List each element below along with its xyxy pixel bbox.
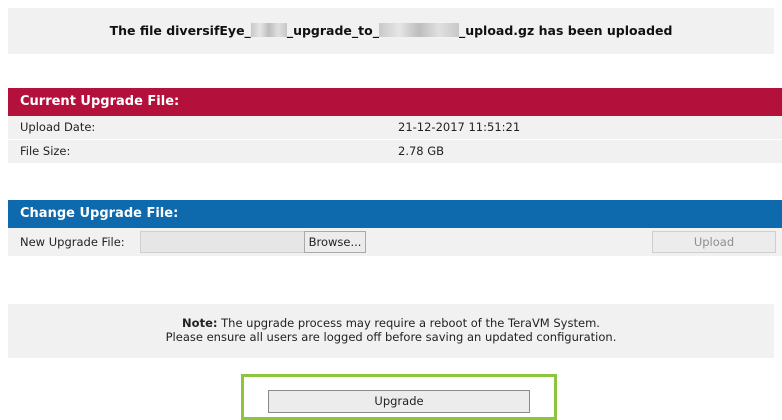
current-upgrade-panel: Current Upgrade File: Upload Date: 21-12… — [8, 88, 782, 164]
upload-date-row: Upload Date: 21-12-2017 11:51:21 — [8, 116, 782, 140]
note-line-2: Please ensure all users are logged off b… — [165, 330, 617, 344]
upload-date-value: 21-12-2017 11:51:21 — [398, 120, 521, 134]
browse-button[interactable]: Browse... — [304, 231, 366, 253]
change-upgrade-panel: Change Upgrade File: New Upgrade File: B… — [8, 200, 782, 256]
banner-text-prefix: The file diversifEye_ — [109, 23, 251, 38]
redacted-version-1 — [250, 23, 287, 37]
note-text-1: The upgrade process may require a reboot… — [217, 316, 600, 330]
note-bold-label: Note: — [182, 316, 218, 330]
upload-date-label: Upload Date: — [20, 120, 96, 134]
upload-status-banner: The file diversifEye_ _upgrade_to_ _upload… — [8, 8, 774, 54]
note-line-1: Note: The upgrade process may require a … — [8, 316, 774, 330]
redacted-version-2 — [378, 23, 459, 37]
file-path-field[interactable] — [140, 231, 304, 253]
current-upgrade-header: Current Upgrade File: — [8, 88, 782, 116]
new-upgrade-file-label: New Upgrade File: — [20, 235, 125, 249]
new-upgrade-file-row: New Upgrade File: Browse... Upload — [8, 228, 782, 256]
file-size-label: File Size: — [20, 144, 71, 158]
upgrade-button[interactable]: Upgrade — [268, 390, 530, 413]
file-size-value: 2.78 GB — [398, 144, 445, 158]
upload-button[interactable]: Upload — [652, 231, 776, 253]
upgrade-note: Note: The upgrade process may require a … — [8, 304, 774, 358]
banner-text-middle: _upgrade_to_ — [286, 23, 379, 38]
change-upgrade-header: Change Upgrade File: — [8, 200, 782, 228]
file-size-row: File Size: 2.78 GB — [8, 140, 782, 164]
banner-text-suffix: _upload.gz has been uploaded — [458, 23, 673, 38]
